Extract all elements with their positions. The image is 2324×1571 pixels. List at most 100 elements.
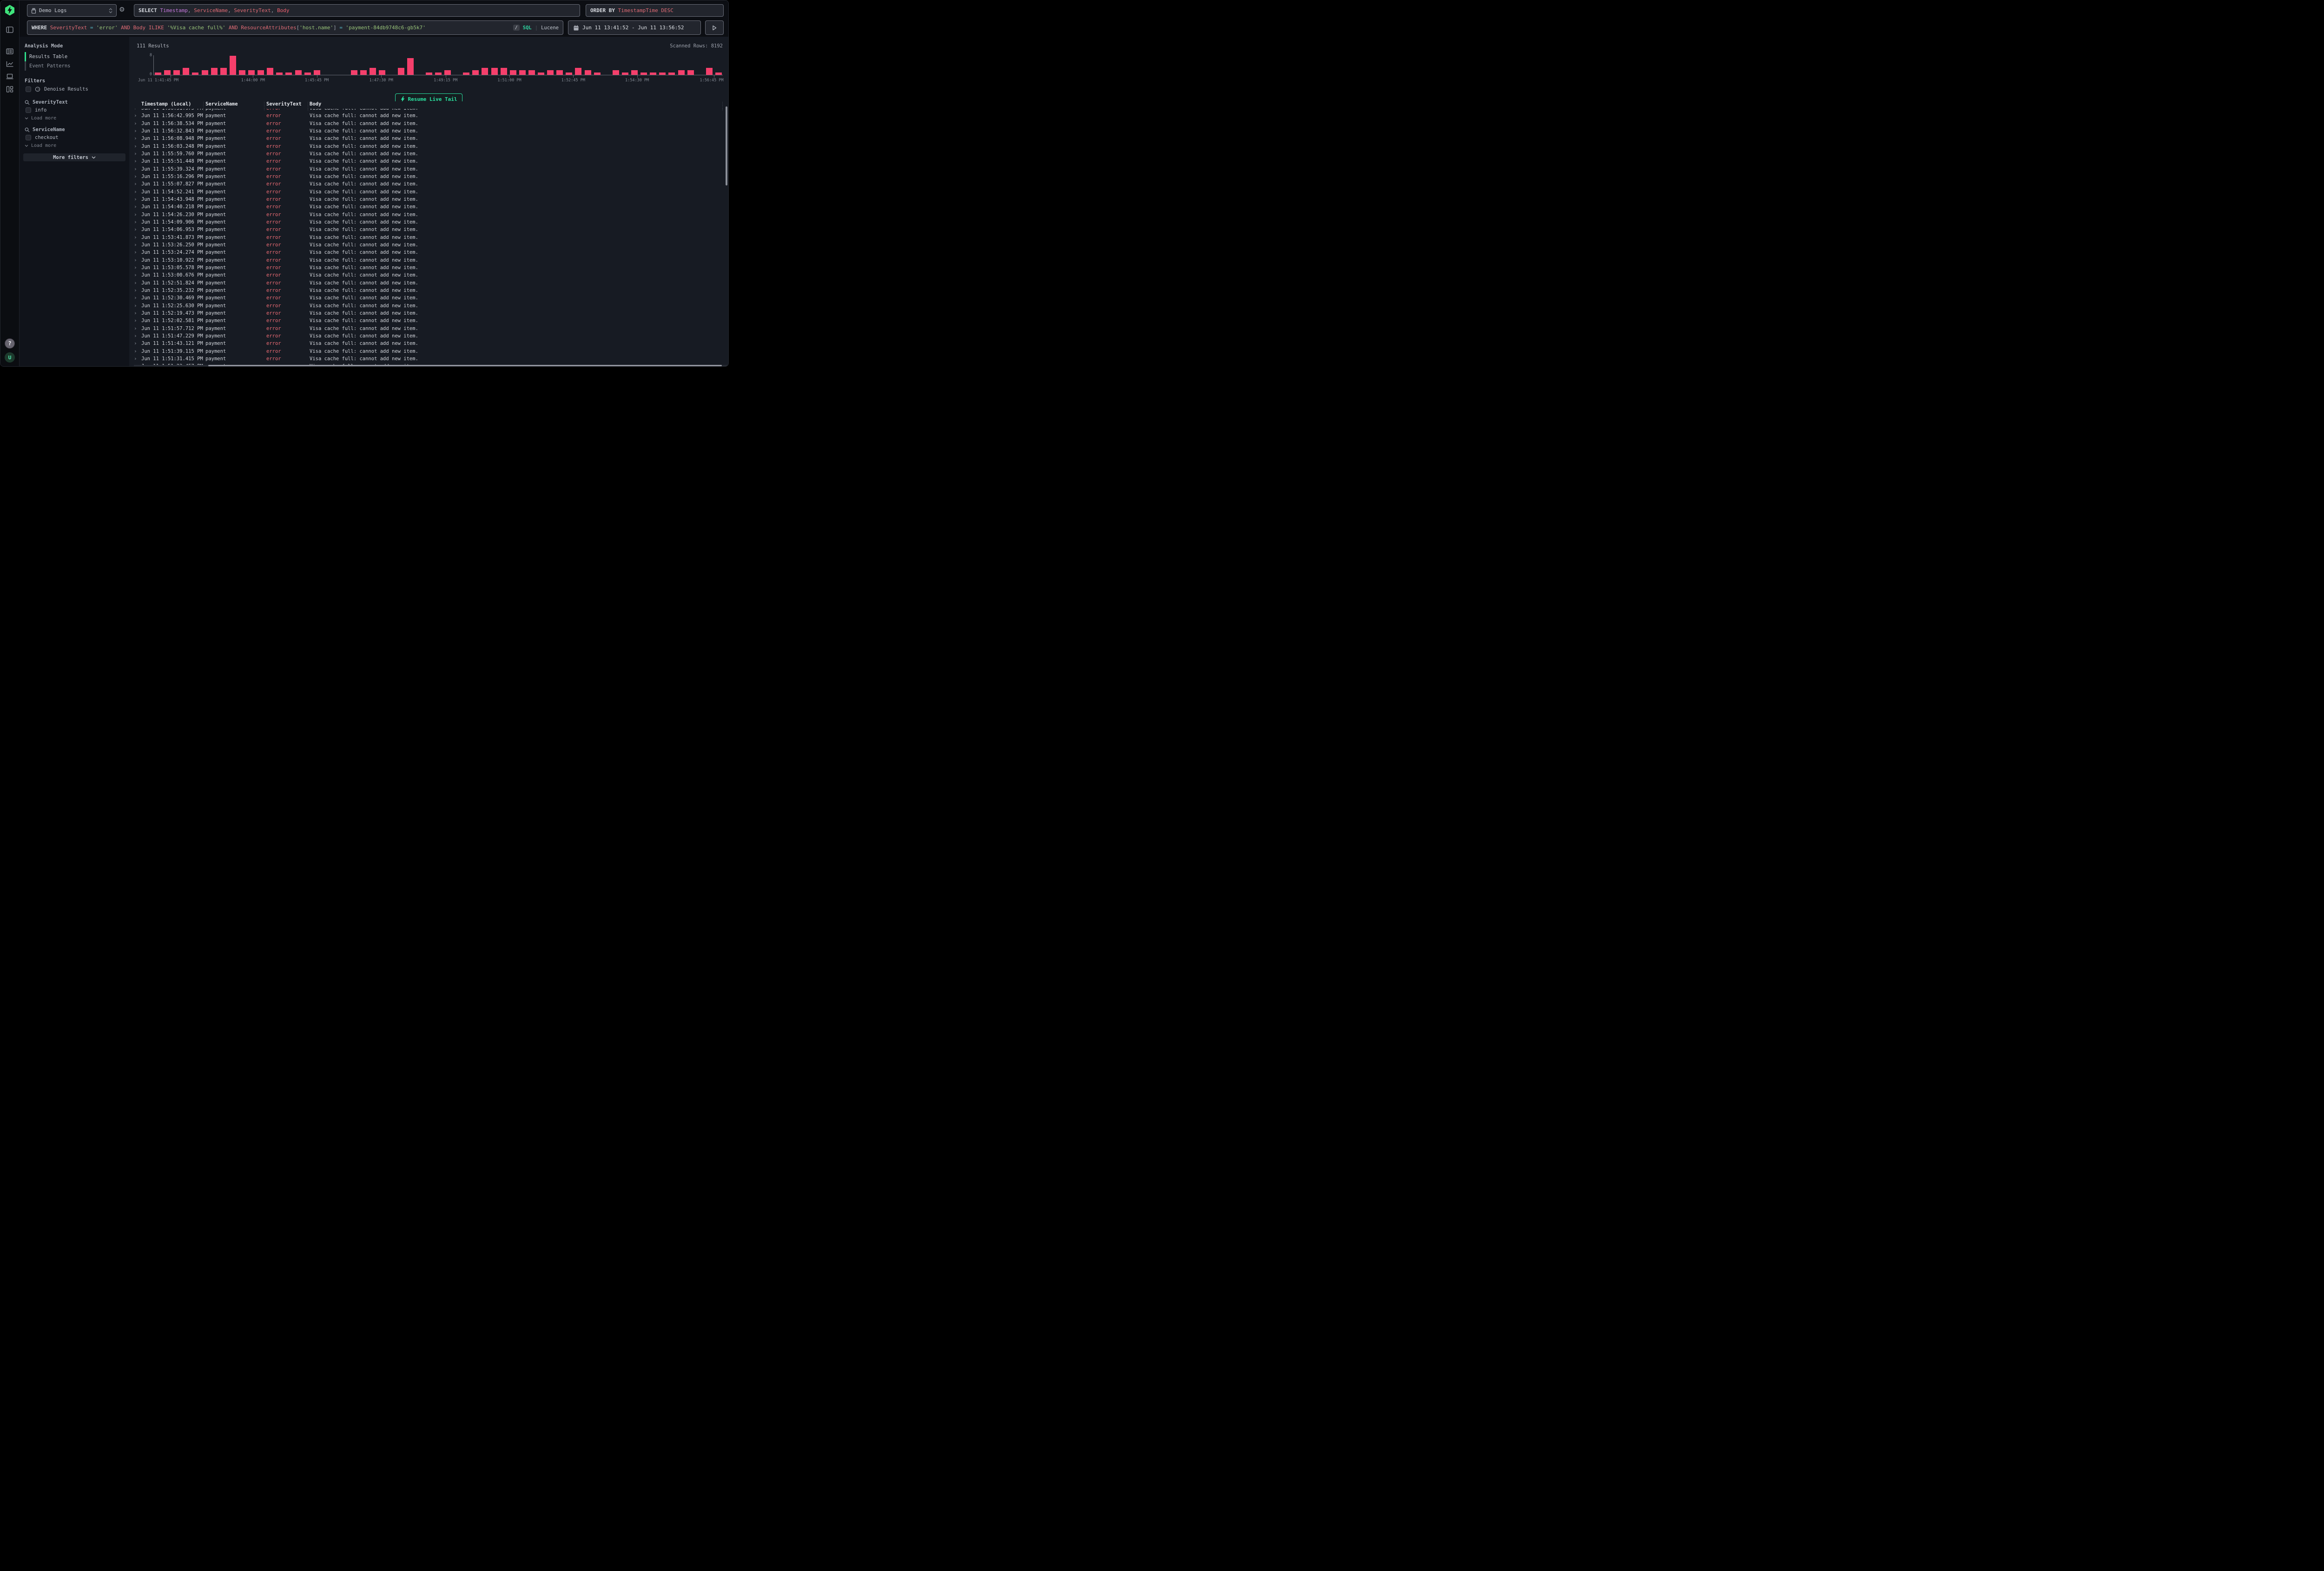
servicename-load-more[interactable]: Load more	[25, 143, 56, 148]
col-body[interactable]: Body	[310, 101, 321, 107]
histogram-bar[interactable]	[575, 68, 581, 75]
where-query-input[interactable]: WHERE SeverityText = 'error' AND Body IL…	[27, 20, 563, 35]
horizontal-scrollbar-thumb[interactable]	[208, 365, 722, 366]
column-drag-handle-icon[interactable]: ⋮⋮	[201, 102, 205, 111]
log-row[interactable]: ›Jun 11 1:51:47.229 PMpaymenterrorVisa c…	[129, 333, 726, 340]
log-row[interactable]: ›Jun 11 1:54:26.230 PMpaymenterrorVisa c…	[129, 211, 726, 219]
histogram-bar[interactable]	[510, 70, 516, 75]
log-row[interactable]: ›Jun 11 1:53:00.676 PMpaymenterrorVisa c…	[129, 272, 726, 279]
histogram-bar[interactable]	[370, 68, 376, 75]
log-row[interactable]: ›Jun 11 1:52:19.473 PMpaymenterrorVisa c…	[129, 310, 726, 317]
info-checkbox[interactable]	[26, 107, 31, 113]
log-row[interactable]: ›Jun 11 1:56:03.248 PMpaymenterrorVisa c…	[129, 143, 726, 151]
histogram-bar[interactable]	[472, 70, 479, 75]
log-row[interactable]: ›Jun 11 1:54:40.218 PMpaymenterrorVisa c…	[129, 204, 726, 211]
filter-option-info[interactable]: info	[26, 107, 46, 113]
row-expand-chevron-icon[interactable]: ›	[134, 249, 137, 255]
histogram-bar[interactable]	[314, 70, 320, 75]
row-expand-chevron-icon[interactable]: ›	[134, 166, 137, 172]
row-expand-chevron-icon[interactable]: ›	[134, 181, 137, 187]
row-expand-chevron-icon[interactable]: ›	[134, 295, 137, 301]
mode-event-patterns[interactable]: Event Patterns	[29, 63, 71, 69]
search-icon[interactable]	[25, 127, 30, 132]
row-expand-chevron-icon[interactable]: ›	[134, 135, 137, 141]
row-expand-chevron-icon[interactable]: ›	[134, 204, 137, 210]
log-row[interactable]: ›Jun 11 1:56:42.995 PMpaymenterrorVisa c…	[129, 112, 726, 120]
histogram-bar[interactable]	[482, 68, 488, 75]
log-row[interactable]: ›Jun 11 1:55:16.296 PMpaymenterrorVisa c…	[129, 173, 726, 181]
row-expand-chevron-icon[interactable]: ›	[134, 348, 137, 354]
row-expand-chevron-icon[interactable]: ›	[134, 151, 137, 157]
row-expand-chevron-icon[interactable]: ›	[134, 310, 137, 316]
histogram-bar[interactable]	[239, 70, 245, 75]
row-expand-chevron-icon[interactable]: ›	[134, 158, 137, 164]
histogram-bar[interactable]	[220, 68, 227, 75]
row-expand-chevron-icon[interactable]: ›	[134, 128, 137, 134]
log-row[interactable]: ›Jun 11 1:56:08.948 PMpaymenterrorVisa c…	[129, 135, 726, 143]
histogram-bar[interactable]	[295, 70, 302, 75]
log-row[interactable]: ›Jun 11 1:53:10.922 PMpaymenterrorVisa c…	[129, 257, 726, 264]
histogram-bar[interactable]	[211, 68, 218, 75]
app-logo-icon[interactable]	[5, 5, 15, 16]
log-row[interactable]: ›Jun 11 1:54:06.953 PMpaymenterrorVisa c…	[129, 226, 726, 234]
log-row[interactable]: ›Jun 11 1:55:07.827 PMpaymenterrorVisa c…	[129, 181, 726, 188]
log-row[interactable]: ›Jun 11 1:52:30.469 PMpaymenterrorVisa c…	[129, 295, 726, 302]
log-row[interactable]: ›Jun 11 1:56:38.534 PMpaymenterrorVisa c…	[129, 120, 726, 128]
order-by-input[interactable]: ORDER BY TimestampTime DESC	[586, 4, 724, 17]
filter-option-checkout[interactable]: checkout	[26, 135, 59, 140]
histogram-bar[interactable]	[547, 70, 554, 75]
log-row[interactable]: ›Jun 11 1:52:25.630 PMpaymenterrorVisa c…	[129, 303, 726, 310]
row-expand-chevron-icon[interactable]: ›	[134, 234, 137, 240]
log-row[interactable]: ›Jun 11 1:51:39.115 PMpaymenterrorVisa c…	[129, 348, 726, 356]
row-expand-chevron-icon[interactable]: ›	[134, 280, 137, 286]
source-settings-gear-icon[interactable]: ⚙	[119, 7, 125, 13]
histogram-bar[interactable]	[613, 70, 619, 75]
col-servicename[interactable]: ServiceName	[205, 101, 238, 107]
laptop-icon[interactable]	[6, 73, 14, 79]
histogram-bar[interactable]	[379, 70, 385, 75]
severitytext-load-more[interactable]: Load more	[25, 116, 56, 121]
histogram-bar[interactable]	[678, 70, 685, 75]
histogram-bar[interactable]	[631, 70, 638, 75]
log-row[interactable]: ›Jun 11 1:52:51.824 PMpaymenterrorVisa c…	[129, 280, 726, 287]
help-button[interactable]: ?	[5, 338, 15, 349]
histogram-bar[interactable]	[183, 68, 189, 75]
select-query-input[interactable]: SELECT Timestamp, ServiceName, SeverityT…	[134, 4, 580, 17]
row-expand-chevron-icon[interactable]: ›	[134, 173, 137, 179]
log-row[interactable]: ›Jun 11 1:51:31.415 PMpaymenterrorVisa c…	[129, 356, 726, 363]
log-row[interactable]: ›Jun 11 1:51:57.712 PMpaymenterrorVisa c…	[129, 325, 726, 333]
row-expand-chevron-icon[interactable]: ›	[134, 242, 137, 248]
histogram-bar[interactable]	[164, 70, 171, 75]
row-expand-chevron-icon[interactable]: ›	[134, 333, 137, 339]
line-chart-icon[interactable]	[6, 61, 13, 67]
log-row[interactable]: ›Jun 11 1:53:41.873 PMpaymenterrorVisa c…	[129, 234, 726, 242]
column-drag-handle-icon[interactable]: ⋮⋮	[262, 102, 266, 111]
vertical-scrollbar-thumb[interactable]	[726, 106, 727, 185]
histogram-bar[interactable]	[267, 68, 273, 75]
histogram-bar[interactable]	[360, 70, 367, 75]
table-options-icon[interactable]: ⋮⋮	[720, 102, 725, 111]
denoise-results-row[interactable]: Denoise Results	[26, 86, 88, 92]
log-row[interactable]: ›Jun 11 1:54:09.906 PMpaymenterrorVisa c…	[129, 219, 726, 226]
denoise-checkbox[interactable]	[26, 86, 31, 92]
histogram-bar[interactable]	[398, 68, 404, 75]
row-expand-chevron-icon[interactable]: ›	[134, 112, 137, 119]
time-range-picker[interactable]: Jun 11 13:41:52 - Jun 11 13:56:52	[568, 20, 701, 35]
histogram-bar[interactable]	[444, 70, 451, 75]
checkout-checkbox[interactable]	[26, 135, 31, 140]
log-row[interactable]: ›Jun 11 1:53:26.250 PMpaymenterrorVisa c…	[129, 242, 726, 249]
col-timestamp[interactable]: Timestamp (Local)	[141, 101, 191, 107]
search-icon[interactable]	[25, 100, 30, 105]
log-row[interactable]: ›Jun 11 1:55:39.324 PMpaymenterrorVisa c…	[129, 166, 726, 173]
row-expand-chevron-icon[interactable]: ›	[134, 196, 137, 202]
row-expand-chevron-icon[interactable]: ›	[134, 325, 137, 331]
language-toggle[interactable]: / SQL | Lucene	[513, 25, 559, 31]
log-row[interactable]: ›Jun 11 1:55:59.760 PMpaymenterrorVisa c…	[129, 151, 726, 158]
histogram-bar[interactable]	[585, 70, 591, 75]
histogram-bar[interactable]	[528, 70, 535, 75]
log-rows-container[interactable]: ›Jun 11 1:56:51.975 PMpaymenterrorVisa c…	[129, 108, 726, 365]
row-expand-chevron-icon[interactable]: ›	[134, 189, 137, 195]
sql-toggle[interactable]: SQL	[523, 25, 532, 31]
histogram-bar[interactable]	[202, 70, 208, 75]
log-row[interactable]: ›Jun 11 1:54:43.948 PMpaymenterrorVisa c…	[129, 196, 726, 204]
